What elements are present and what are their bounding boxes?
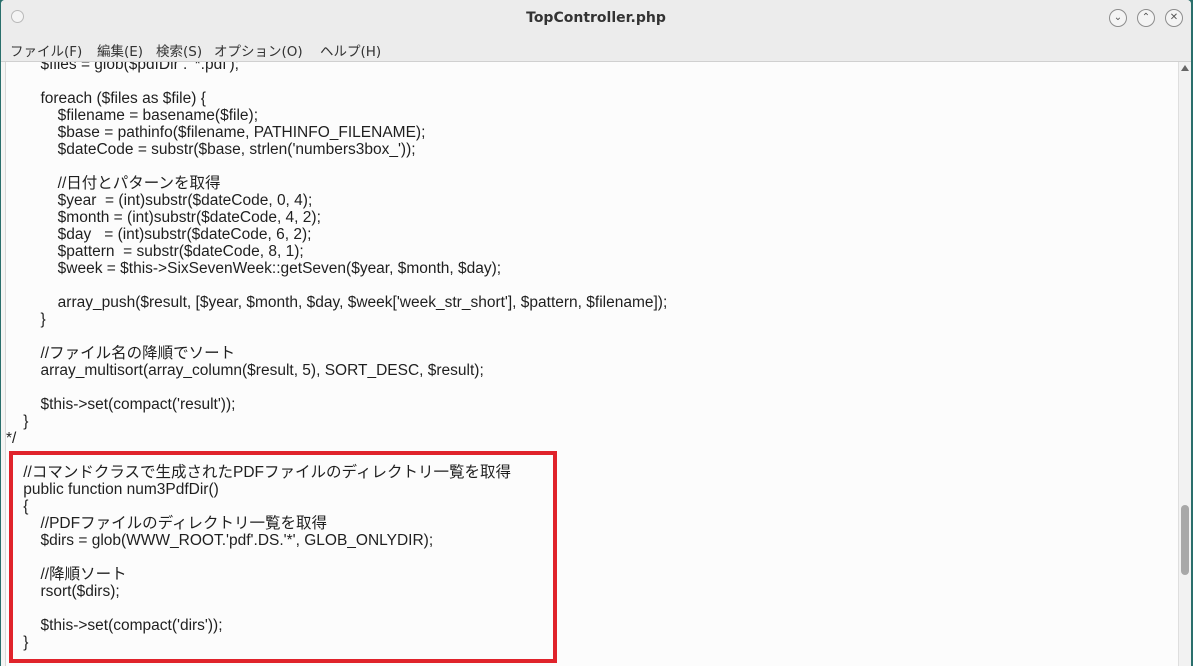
code-line: $day = (int)substr($dateCode, 6, 2); [6,226,312,243]
menu-bar: ファイル(F) 編集(E) 検索(S) オプション(O) ヘルプ(H) [1,37,1191,62]
menu-file[interactable]: ファイル(F) [10,40,82,60]
menu-search[interactable]: 検索(S) [156,40,202,60]
code-line: $year = (int)substr($dateCode, 0, 4); [6,192,313,209]
code-line: $base = pathinfo($filename, PATHINFO_FIL… [6,124,426,141]
menu-help[interactable]: ヘルプ(H) [320,40,381,60]
menu-options[interactable]: オプション(O) [214,40,303,60]
code-line: $dateCode = substr($base, strlen('number… [6,141,416,158]
code-line: foreach ($files as $file) { [6,90,206,107]
menu-edit[interactable]: 編集(E) [97,40,143,60]
code-line: } [6,413,29,430]
code-line: //ファイル名の降順でソート [6,345,236,362]
maximize-button[interactable]: ⌃ [1137,9,1155,27]
code-line: $filename = basename($file); [6,107,258,124]
scroll-up-arrow-icon[interactable] [1181,65,1189,71]
code-line: $pattern = substr($dateCode, 8, 1); [6,243,304,260]
code-line: array_push($result, [$year, $month, $day… [6,294,668,311]
window-title: TopController.php [526,10,666,26]
scroll-thumb[interactable] [1181,505,1189,575]
close-button[interactable]: ✕ [1165,9,1183,27]
code-line: $files = glob($pdfDir . '*.pdf'); [6,62,239,73]
code-line: $this->set(compact('result')); [6,396,236,413]
code-line: $week = $this->SixSevenWeek::getSeven($y… [6,260,502,277]
code-line: } [6,311,46,328]
editor-window: TopController.php ⌄ ⌃ ✕ ファイル(F) 編集(E) 検索… [1,0,1191,666]
vertical-scrollbar[interactable] [1178,62,1191,666]
minimize-button[interactable]: ⌄ [1109,9,1127,27]
code-line: */ [6,430,17,447]
code-line: $month = (int)substr($dateCode, 4, 2); [6,209,321,226]
title-bar: TopController.php ⌄ ⌃ ✕ [1,0,1191,37]
highlight-annotation-box [9,451,557,663]
code-line: //日付とパターンを取得 [6,175,221,192]
code-line: array_multisort(array_column($result, 5)… [6,362,484,379]
